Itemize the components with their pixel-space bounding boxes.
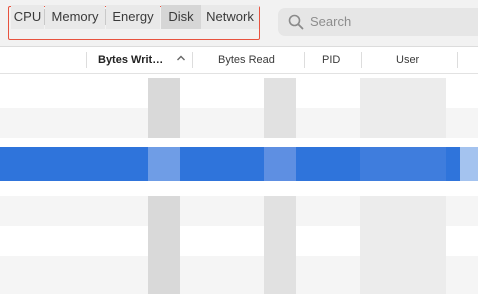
obscured-cell <box>264 147 296 181</box>
magnifier-icon <box>288 14 304 30</box>
chevron-up-icon[interactable] <box>176 54 186 62</box>
tab-memory[interactable]: Memory <box>45 5 105 29</box>
obscured-cell <box>148 226 180 256</box>
table-row[interactable] <box>0 256 478 294</box>
column-bytes-written[interactable]: Bytes Writ… <box>98 53 163 67</box>
obscured-cell <box>264 196 296 226</box>
obscured-cell <box>360 108 446 138</box>
table-row[interactable] <box>0 108 478 138</box>
column-bytes-read[interactable]: Bytes Read <box>218 53 275 67</box>
obscured-cell <box>360 78 446 108</box>
search-field[interactable]: Search <box>278 8 478 36</box>
toolbar: CPU Memory Energy Disk Network Search <box>0 0 478 46</box>
table-header: Bytes Writ… Bytes Read PID User <box>0 47 478 74</box>
obscured-cell <box>264 78 296 108</box>
table-row[interactable] <box>0 78 478 108</box>
obscured-cell <box>264 256 296 294</box>
obscured-cell <box>264 226 296 256</box>
column-separator <box>192 52 193 68</box>
tab-network[interactable]: Network <box>201 5 259 29</box>
obscured-cell <box>460 147 478 181</box>
column-separator <box>304 52 305 68</box>
obscured-cell <box>360 226 446 256</box>
obscured-cell <box>148 147 180 181</box>
column-separator <box>457 52 458 68</box>
obscured-cell <box>360 147 446 181</box>
column-separator <box>361 52 362 68</box>
obscured-cell <box>148 196 180 226</box>
column-pid[interactable]: PID <box>322 53 340 67</box>
tab-disk[interactable]: Disk <box>161 5 201 29</box>
column-separator <box>86 52 87 68</box>
search-input[interactable]: Search <box>310 14 351 30</box>
obscured-cell <box>264 108 296 138</box>
obscured-cell <box>148 78 180 108</box>
obscured-cell <box>148 256 180 294</box>
obscured-cell <box>360 256 446 294</box>
obscured-cell <box>360 196 446 226</box>
table-row-selected[interactable] <box>0 147 478 181</box>
tab-cpu[interactable]: CPU <box>11 5 44 29</box>
obscured-cell <box>148 108 180 138</box>
table-row[interactable] <box>0 226 478 256</box>
column-user[interactable]: User <box>396 53 419 67</box>
tab-energy[interactable]: Energy <box>106 5 160 29</box>
table-row[interactable] <box>0 196 478 226</box>
